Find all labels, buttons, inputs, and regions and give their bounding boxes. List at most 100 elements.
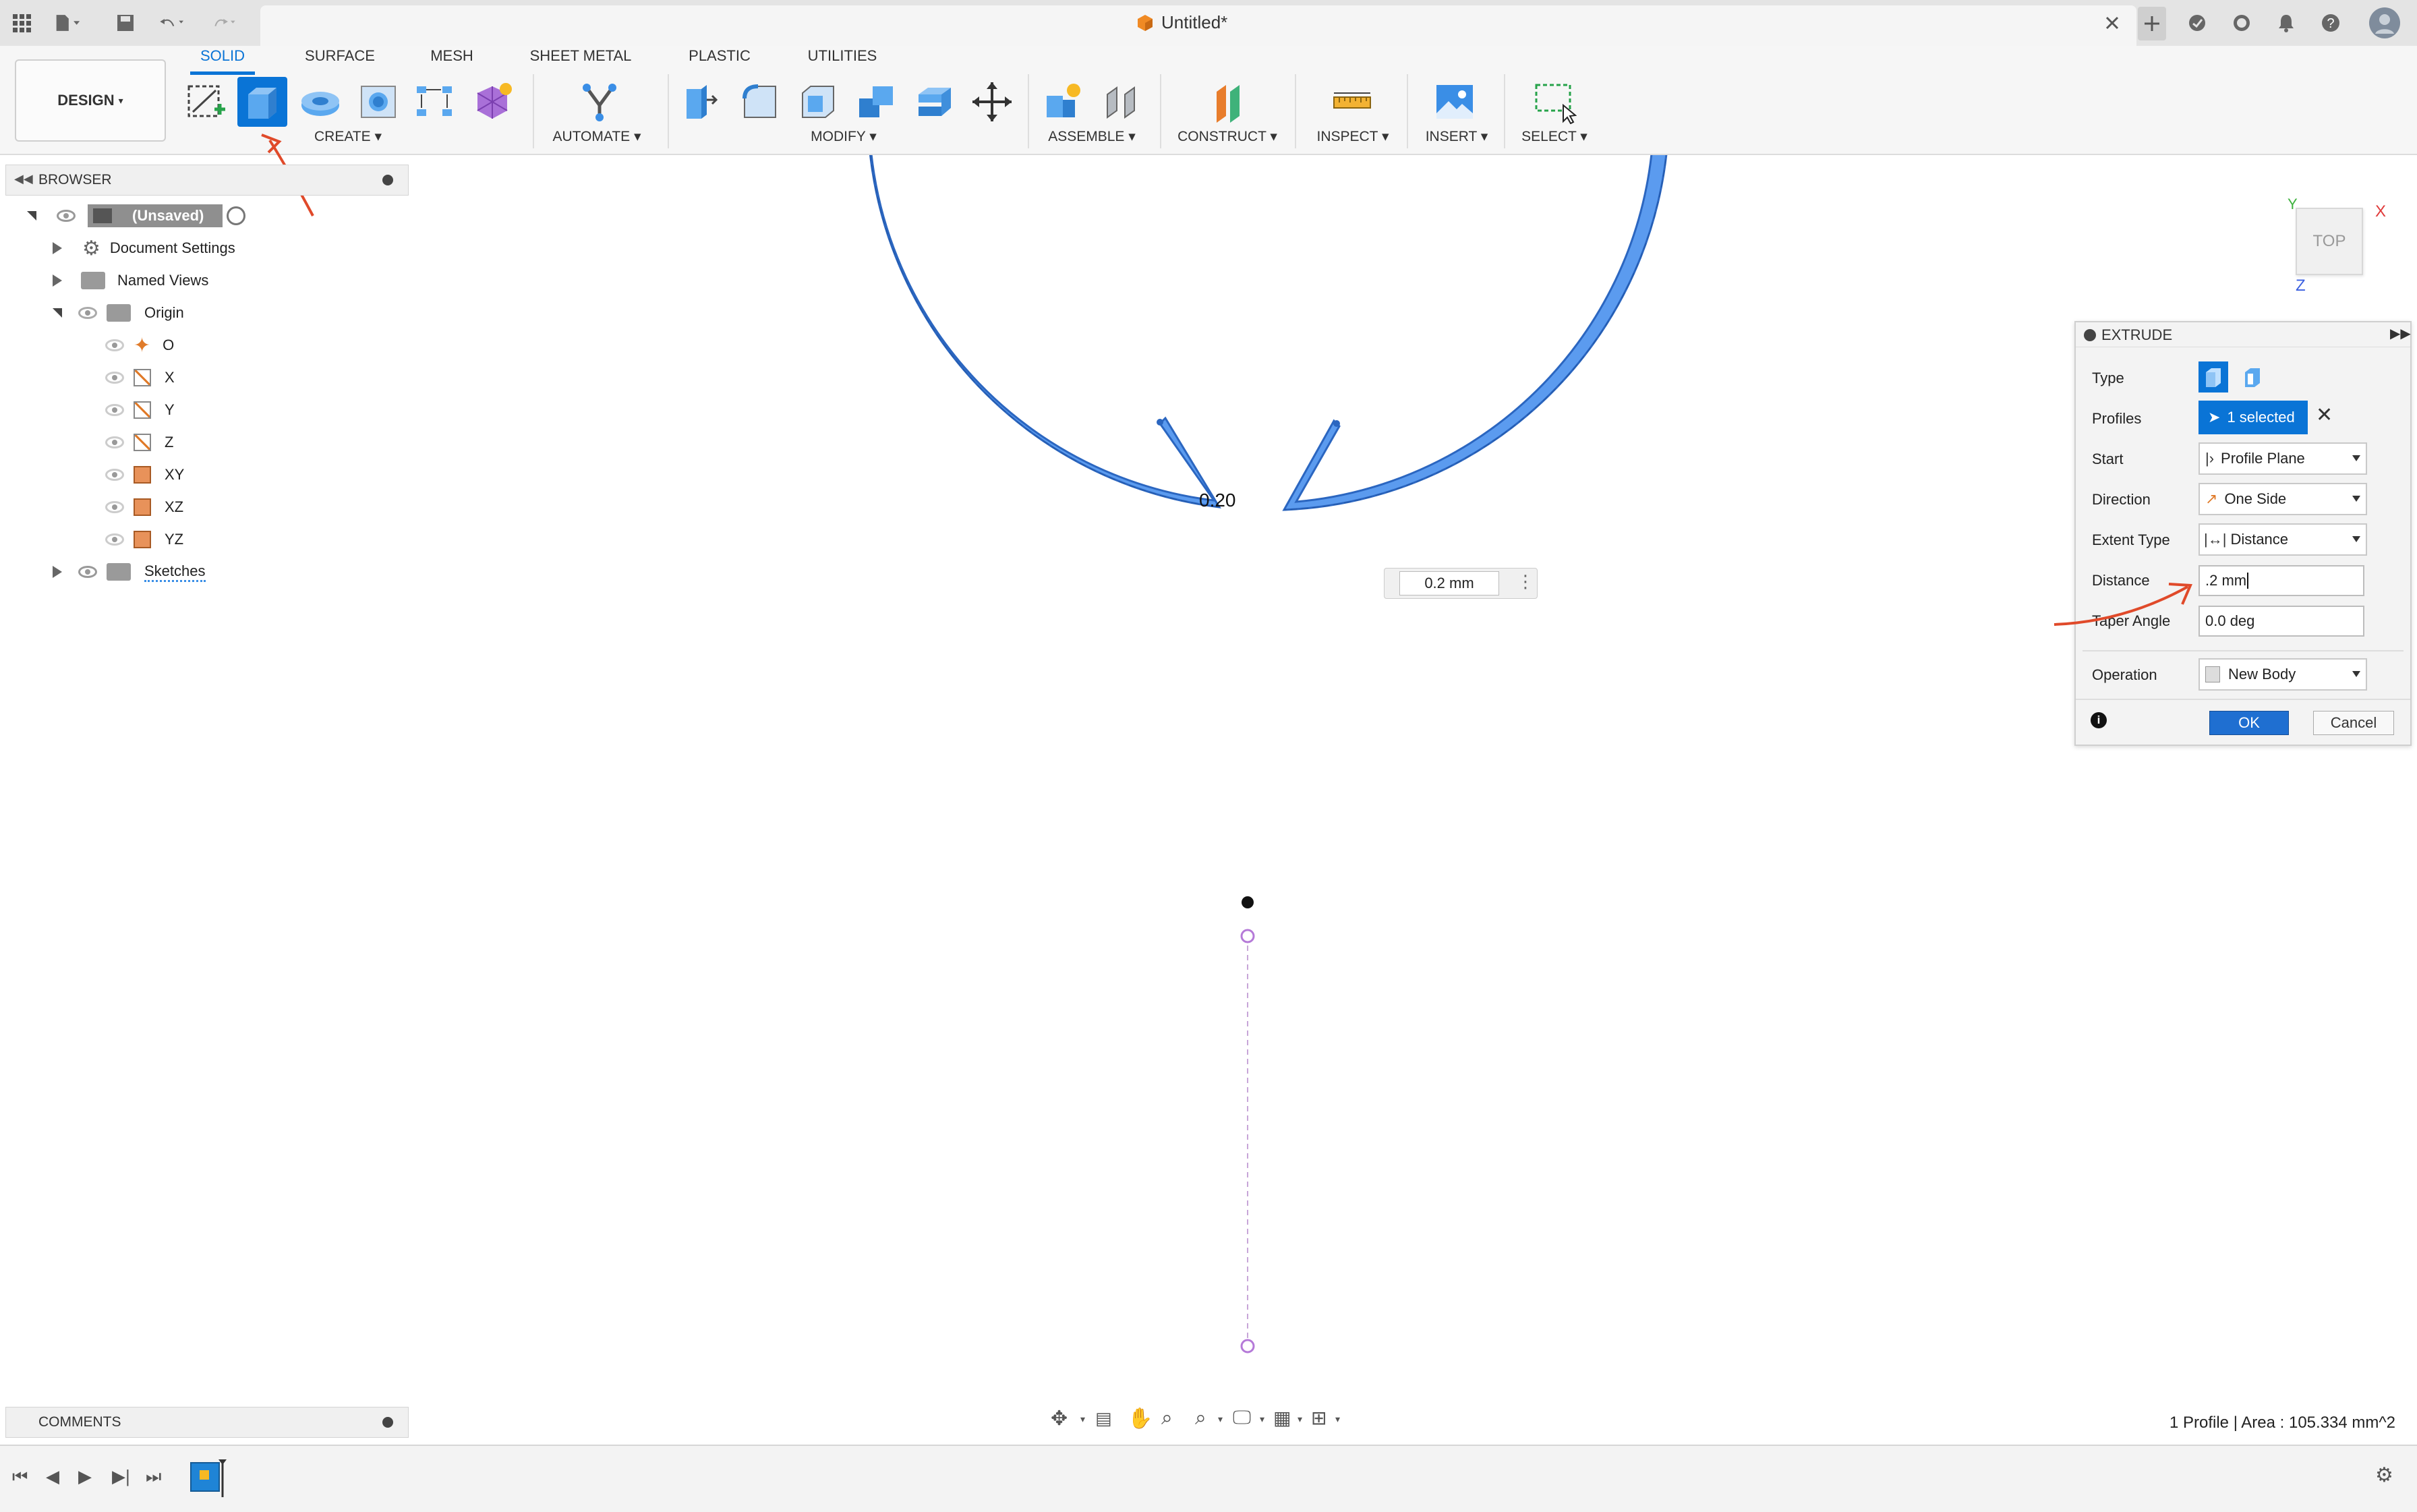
- profiles-selection-button[interactable]: ➤ 1 selected: [2198, 401, 2308, 434]
- play-icon[interactable]: ▶: [78, 1466, 92, 1487]
- new-component-button[interactable]: [1039, 77, 1088, 127]
- measure-button[interactable]: [1327, 77, 1377, 127]
- start-dropdown[interactable]: |› Profile Plane: [2198, 442, 2367, 475]
- type-solid-button[interactable]: [2198, 361, 2228, 392]
- extent-type-dropdown[interactable]: |↔| Distance: [2198, 523, 2367, 556]
- extrude-button[interactable]: [237, 77, 287, 127]
- chevron-down-icon[interactable]: ▾: [1218, 1414, 1223, 1425]
- expand-dialog-icon[interactable]: ▶▶: [2390, 325, 2411, 342]
- viewports-icon[interactable]: ⊞: [1311, 1407, 1327, 1429]
- notifications-bell-icon[interactable]: [2273, 9, 2300, 36]
- tab-mesh[interactable]: MESH: [425, 47, 479, 71]
- grid-settings-icon[interactable]: ▦: [1273, 1407, 1291, 1429]
- assemble-menu[interactable]: ASSEMBLE ▾: [1041, 128, 1142, 145]
- select-button[interactable]: [1530, 77, 1579, 127]
- tab-plastic[interactable]: PLASTIC: [681, 47, 758, 71]
- select-menu[interactable]: SELECT ▾: [1517, 128, 1592, 145]
- press-pull-button[interactable]: [676, 77, 726, 127]
- extrude-dialog-header[interactable]: EXTRUDE ▶▶: [2076, 322, 2411, 347]
- distance-input[interactable]: .2 mm: [2198, 565, 2364, 596]
- insert-menu[interactable]: INSERT ▾: [1422, 128, 1492, 145]
- sketch-profile[interactable]: [868, 155, 1669, 511]
- create-sketch-button[interactable]: [181, 77, 231, 127]
- shell-button[interactable]: [793, 77, 843, 127]
- pattern-button[interactable]: [410, 77, 460, 127]
- direction-dropdown[interactable]: ↗ One Side: [2198, 483, 2367, 515]
- zoom-icon[interactable]: ⌕: [1161, 1407, 1173, 1430]
- tab-solid[interactable]: SOLID: [190, 47, 255, 75]
- save-icon[interactable]: [112, 9, 139, 36]
- orbit-icon[interactable]: ✥: [1051, 1407, 1068, 1430]
- tab-sheet-metal[interactable]: SHEET METAL: [525, 47, 637, 71]
- automate-menu[interactable]: AUTOMATE ▾: [546, 128, 647, 145]
- combine-button[interactable]: [851, 77, 901, 127]
- user-avatar[interactable]: [2368, 7, 2401, 39]
- automate-button[interactable]: [575, 77, 624, 127]
- form-button[interactable]: [468, 77, 518, 127]
- ok-button[interactable]: OK: [2209, 711, 2289, 735]
- split-body-icon: [919, 88, 951, 116]
- redo-icon[interactable]: [212, 9, 239, 36]
- operation-value: New Body: [2228, 666, 2296, 682]
- chevron-down-icon[interactable]: ▾: [1080, 1414, 1085, 1425]
- look-at-icon[interactable]: ▤: [1095, 1408, 1112, 1429]
- cancel-button[interactable]: Cancel: [2313, 711, 2394, 735]
- construct-menu[interactable]: CONSTRUCT ▾: [1173, 128, 1281, 145]
- workspace-switcher-button[interactable]: DESIGN ▾: [15, 59, 166, 142]
- move-copy-button[interactable]: [967, 77, 1017, 127]
- inspect-menu[interactable]: INSPECT ▾: [1311, 128, 1395, 145]
- comments-add-icon[interactable]: [382, 1417, 393, 1428]
- go-to-end-icon[interactable]: ⏭: [146, 1466, 161, 1488]
- dimension-label[interactable]: 0.20: [1199, 490, 1236, 511]
- timeline-settings-gear-icon[interactable]: ⚙: [2375, 1463, 2393, 1487]
- fillet-button[interactable]: [735, 77, 785, 127]
- distance-manipulator-input[interactable]: 0.2 mm: [1399, 571, 1499, 595]
- distance-manipulator[interactable]: 0.2 mm ⋮: [1384, 568, 1538, 599]
- display-settings-icon[interactable]: 🖵: [1233, 1407, 1251, 1429]
- zoom-window-icon[interactable]: ⌕: [1195, 1407, 1206, 1430]
- insert-image-button[interactable]: [1430, 77, 1480, 127]
- close-tab-icon[interactable]: [2099, 9, 2126, 36]
- chevron-down-icon[interactable]: ▾: [1298, 1414, 1302, 1425]
- center-point[interactable]: [1242, 896, 1254, 908]
- extent-type-value: Distance: [2230, 531, 2289, 548]
- chevron-down-icon[interactable]: ▾: [1260, 1414, 1264, 1425]
- timeline-sketch-feature[interactable]: [190, 1462, 220, 1492]
- file-menu-icon[interactable]: [54, 9, 81, 36]
- step-forward-icon[interactable]: ▶|: [112, 1466, 130, 1487]
- distance-value: .2 mm: [2205, 572, 2247, 589]
- more-options-icon[interactable]: ⋮: [1517, 571, 1534, 592]
- clear-selection-icon[interactable]: ✕: [2316, 403, 2333, 427]
- direction-value: One Side: [2224, 490, 2287, 507]
- offset-plane-button[interactable]: [1204, 77, 1254, 127]
- new-tab-button[interactable]: [2138, 7, 2166, 40]
- tab-surface[interactable]: SURFACE: [299, 47, 380, 71]
- info-icon[interactable]: i: [2091, 712, 2107, 728]
- revolve-button[interactable]: [295, 77, 345, 127]
- operation-dropdown[interactable]: New Body: [2198, 658, 2367, 691]
- chevron-down-icon[interactable]: ▾: [1335, 1414, 1340, 1425]
- split-body-button[interactable]: [909, 77, 959, 127]
- modify-menu[interactable]: MODIFY ▾: [807, 128, 881, 145]
- model-canvas[interactable]: [0, 155, 2417, 1403]
- hole-button[interactable]: [353, 77, 403, 127]
- joint-button[interactable]: [1097, 77, 1146, 127]
- profile-plane-icon: |›: [2205, 450, 2215, 467]
- comments-panel-header[interactable]: COMMENTS: [5, 1407, 409, 1438]
- app-grid-icon[interactable]: [8, 9, 35, 36]
- sketch-point[interactable]: [1240, 929, 1255, 943]
- pan-hand-icon[interactable]: ✋: [1128, 1407, 1153, 1430]
- type-thin-button[interactable]: [2238, 361, 2267, 392]
- sketch-point[interactable]: [1240, 1339, 1255, 1354]
- taper-angle-input[interactable]: 0.0 deg: [2198, 606, 2364, 637]
- hole-icon: [361, 86, 396, 118]
- go-to-start-icon[interactable]: ⏮: [12, 1466, 28, 1488]
- job-status-icon[interactable]: [2184, 9, 2211, 36]
- help-icon[interactable]: ?: [2317, 9, 2344, 36]
- step-back-icon[interactable]: ◀: [46, 1466, 59, 1487]
- undo-icon[interactable]: [159, 9, 186, 36]
- timeline-marker[interactable]: [217, 1458, 227, 1499]
- tab-utilities[interactable]: UTILITIES: [800, 47, 885, 71]
- collapse-dialog-icon[interactable]: [2084, 329, 2096, 341]
- history-clock-icon[interactable]: [2228, 9, 2255, 36]
